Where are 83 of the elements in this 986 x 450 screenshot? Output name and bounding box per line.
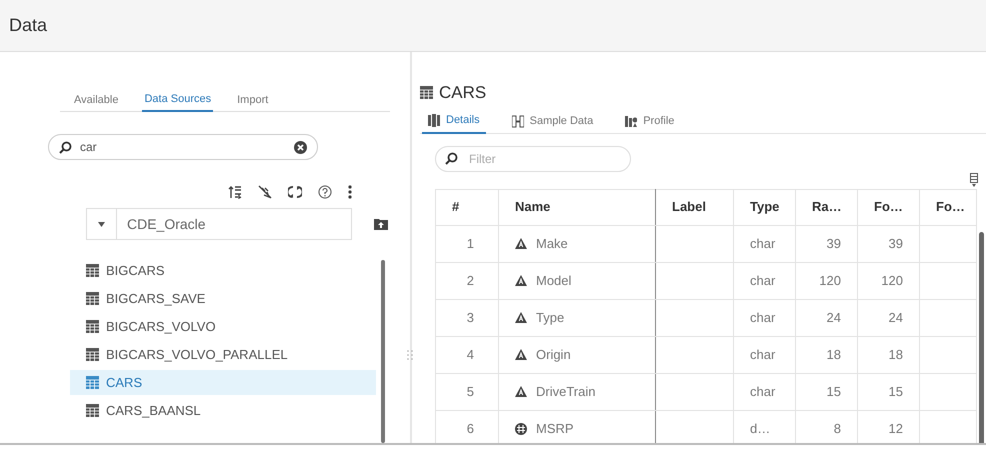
table-icon	[86, 404, 99, 417]
table-list-item[interactable]: BIGCARS_VOLVO	[70, 314, 376, 339]
column-header[interactable]: #	[436, 189, 498, 225]
table-icon	[86, 292, 99, 305]
table-icon	[420, 86, 433, 100]
scrollbar[interactable]	[979, 232, 984, 443]
table-cell: 18	[826, 346, 841, 362]
table-cell: 39	[888, 236, 903, 251]
numeric-type-icon	[515, 422, 527, 434]
column-header[interactable]: Name	[498, 189, 656, 225]
tab[interactable]: Sample Data	[506, 110, 600, 134]
search-field[interactable]: car	[48, 134, 318, 160]
row-number: 5	[466, 384, 474, 399]
table-cell: 24	[826, 310, 841, 325]
column-header[interactable]: Fo…	[920, 189, 976, 225]
column-header[interactable]: Label	[656, 189, 734, 225]
table-cell: 8	[834, 420, 841, 436]
table-title: CARS	[439, 82, 486, 104]
column-name: Type	[536, 308, 564, 327]
sample-data-icon	[512, 115, 524, 128]
table-list-item[interactable]: BIGCARS_SAVE	[70, 286, 376, 311]
column-name: Origin	[536, 346, 571, 364]
table-cell: char	[750, 272, 776, 288]
folder-icon[interactable]	[374, 218, 388, 230]
tab[interactable]: Profile	[619, 110, 680, 134]
table-icon	[86, 320, 99, 333]
table-cell: 12	[888, 420, 903, 436]
source-dropdown[interactable]: CDE_Oracle	[86, 208, 352, 240]
filter-field[interactable]: Filter	[435, 146, 631, 172]
column-header[interactable]: Fo…	[858, 189, 920, 225]
character-type-icon	[515, 386, 527, 397]
row-number: 2	[466, 272, 474, 288]
search-icon	[445, 152, 458, 164]
column-name: MSRP	[536, 420, 574, 438]
table-cell: 120	[819, 272, 841, 288]
table-cell: 120	[881, 272, 903, 288]
character-type-icon	[515, 238, 527, 249]
table-icon	[86, 264, 99, 277]
row-number: 6	[466, 420, 474, 436]
row-number: 1	[466, 236, 474, 251]
table-cell: char	[750, 310, 776, 325]
profile-icon	[625, 115, 638, 128]
table-cell: 39	[826, 236, 841, 251]
column-name: Make	[536, 234, 568, 253]
table-cell: 15	[826, 384, 841, 399]
table-cell: char	[750, 384, 776, 399]
caret-icon	[98, 222, 105, 226]
more-icon[interactable]	[348, 185, 352, 199]
character-type-icon	[515, 275, 527, 286]
column-header[interactable]: Ra…	[796, 189, 858, 225]
column-header[interactable]: Type	[734, 189, 796, 225]
character-type-icon	[515, 312, 527, 323]
table-cell: char	[750, 346, 776, 362]
character-type-icon	[515, 349, 527, 360]
table-list-item[interactable]: CARS_BAANSL	[70, 398, 376, 423]
table-list-item[interactable]: CARS	[70, 370, 376, 395]
table-list-item[interactable]: BIGCARS	[70, 258, 376, 283]
search-icon	[59, 140, 72, 154]
table-cell: 18	[888, 346, 903, 362]
row-number: 4	[466, 346, 474, 362]
window-title: Data	[9, 14, 48, 37]
tab[interactable]: Data Sources	[142, 88, 214, 112]
table-list-item[interactable]: BIGCARS_VOLVO_PARALLEL	[70, 342, 376, 367]
table-cell: 24	[888, 310, 903, 325]
row-number: 3	[466, 310, 474, 325]
splitter-handle[interactable]	[407, 350, 413, 360]
column-name: DriveTrain	[536, 382, 596, 401]
scrollbar[interactable]	[381, 260, 385, 443]
tab[interactable]: Import	[235, 88, 270, 112]
table-cell: 15	[888, 384, 903, 399]
table-cell: char	[750, 236, 776, 251]
columns-icon	[428, 114, 440, 127]
column-name: Model	[536, 272, 572, 290]
table-icon	[86, 348, 99, 361]
help-icon[interactable]	[318, 185, 332, 199]
refresh-icon[interactable]	[288, 185, 302, 199]
tab[interactable]: Available	[72, 88, 120, 112]
clear-icon[interactable]	[294, 140, 307, 154]
sort-icon[interactable]	[228, 185, 242, 199]
table-cell: d…	[750, 420, 770, 436]
column-settings-icon[interactable]	[970, 173, 978, 187]
tab[interactable]: Details	[422, 110, 486, 134]
table-icon	[86, 376, 99, 389]
